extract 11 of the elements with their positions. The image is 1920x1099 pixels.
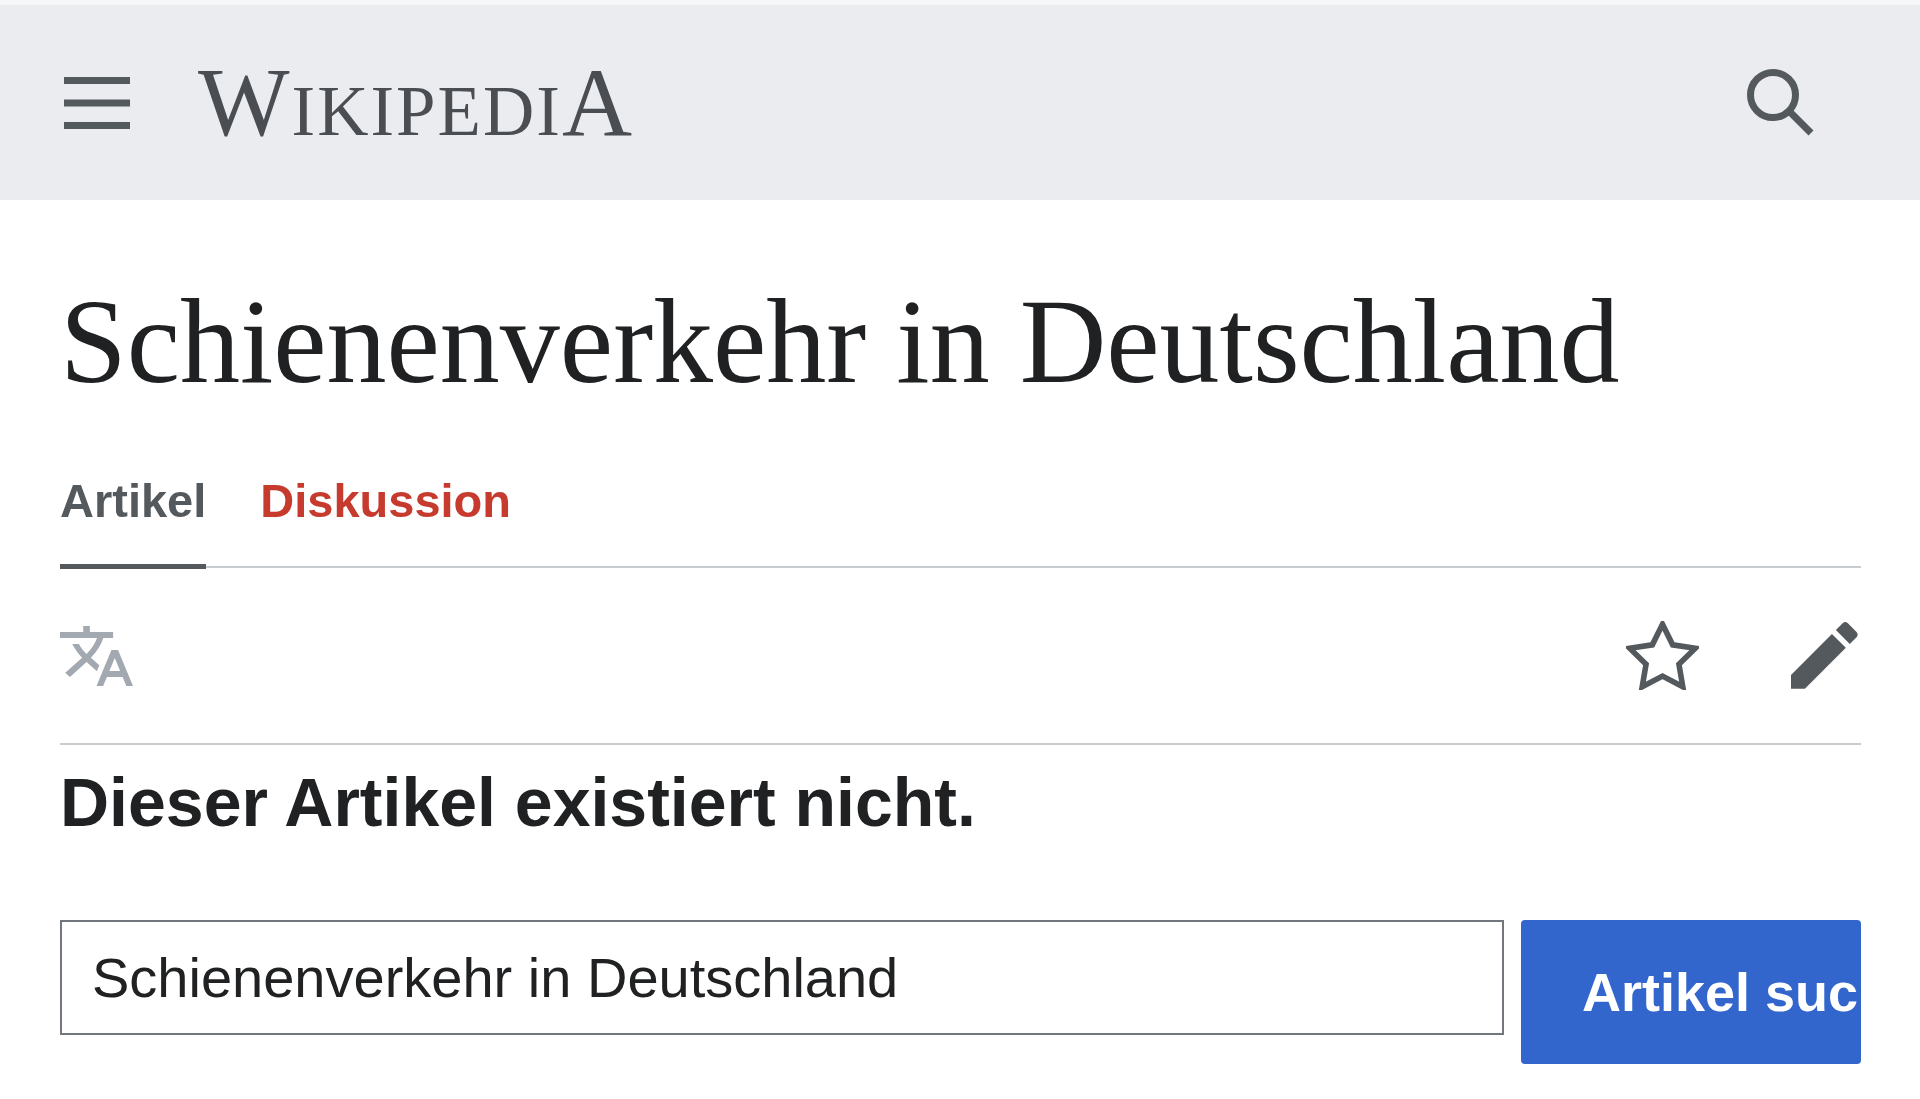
search-field[interactable]: Schienenverkehr in Deutschland: [60, 920, 1504, 1035]
star-icon[interactable]: [1626, 621, 1699, 690]
tab[interactable]: Diskussion: [260, 477, 512, 569]
page-title: Schienenverkehr in Deutschland: [60, 282, 1621, 402]
wikipedia-logo[interactable]: WIKIPEDIA: [198, 54, 634, 151]
pencil-icon[interactable]: [1791, 622, 1858, 689]
search-icon[interactable]: [1747, 69, 1814, 136]
tab[interactable]: Artikel: [60, 477, 207, 569]
article-missing-message: Dieser Artikel existiert nicht.: [60, 768, 977, 836]
menu-icon[interactable]: [64, 76, 130, 129]
search-articles-button[interactable]: Artikel suc: [1521, 920, 1861, 1064]
